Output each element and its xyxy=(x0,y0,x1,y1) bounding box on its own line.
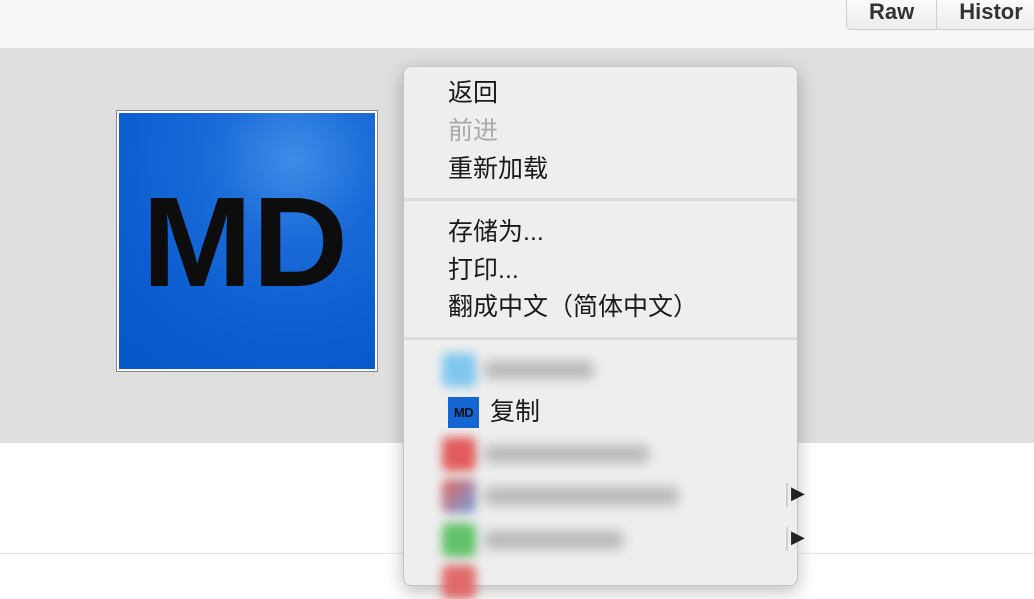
extension-icon xyxy=(442,479,476,513)
extension-item-blurred[interactable] xyxy=(442,435,782,471)
extension-icon xyxy=(442,565,476,599)
md-logo-text: MD xyxy=(142,186,348,296)
blurred-label xyxy=(484,445,649,463)
md-extension-icon: MD xyxy=(448,397,479,428)
extension-icon xyxy=(442,353,476,387)
menu-item-print[interactable]: 打印... xyxy=(448,255,519,285)
blurred-label xyxy=(484,487,679,505)
extension-icon xyxy=(442,523,476,557)
menu-item-reload[interactable]: 重新加载 xyxy=(448,154,548,184)
menu-item-forward: 前进 xyxy=(448,117,499,145)
menu-item-back[interactable]: 返回 xyxy=(448,78,498,108)
submenu-divider xyxy=(786,483,788,507)
menu-item-translate[interactable]: 翻成中文（简体中文） xyxy=(448,292,698,322)
raw-button[interactable]: Raw xyxy=(846,0,938,30)
menu-item-copy[interactable]: 复制 xyxy=(490,397,540,427)
menu-separator xyxy=(404,337,797,340)
extension-icon xyxy=(442,437,476,471)
blurred-label xyxy=(484,361,594,379)
submenu-arrow-icon: ▶ xyxy=(791,483,805,503)
image-frame: MD xyxy=(116,110,378,372)
submenu-divider xyxy=(786,527,788,551)
menu-item-save-as[interactable]: 存储为... xyxy=(448,217,544,247)
submenu-arrow-icon: ▶ xyxy=(791,527,805,547)
top-bar: Raw Histor xyxy=(0,0,1034,49)
context-menu: 返回 前进 重新加载 存储为... 打印... 翻成中文（简体中文） MD 复制… xyxy=(403,66,805,599)
extension-item-blurred[interactable] xyxy=(442,563,782,599)
md-extension-icon-text: MD xyxy=(453,405,474,420)
md-logo-glyph: MD xyxy=(142,186,348,296)
extension-item-blurred[interactable] xyxy=(442,351,782,387)
extension-item-blurred-submenu[interactable]: ▶ xyxy=(442,477,805,513)
md-logo-image[interactable]: MD xyxy=(119,113,375,369)
history-button[interactable]: Histor xyxy=(937,0,1034,30)
blurred-label xyxy=(484,531,624,549)
file-actions-group: Raw Histor xyxy=(846,0,1034,32)
menu-separator xyxy=(404,198,797,201)
extension-item-blurred-submenu[interactable]: ▶ xyxy=(442,521,805,557)
